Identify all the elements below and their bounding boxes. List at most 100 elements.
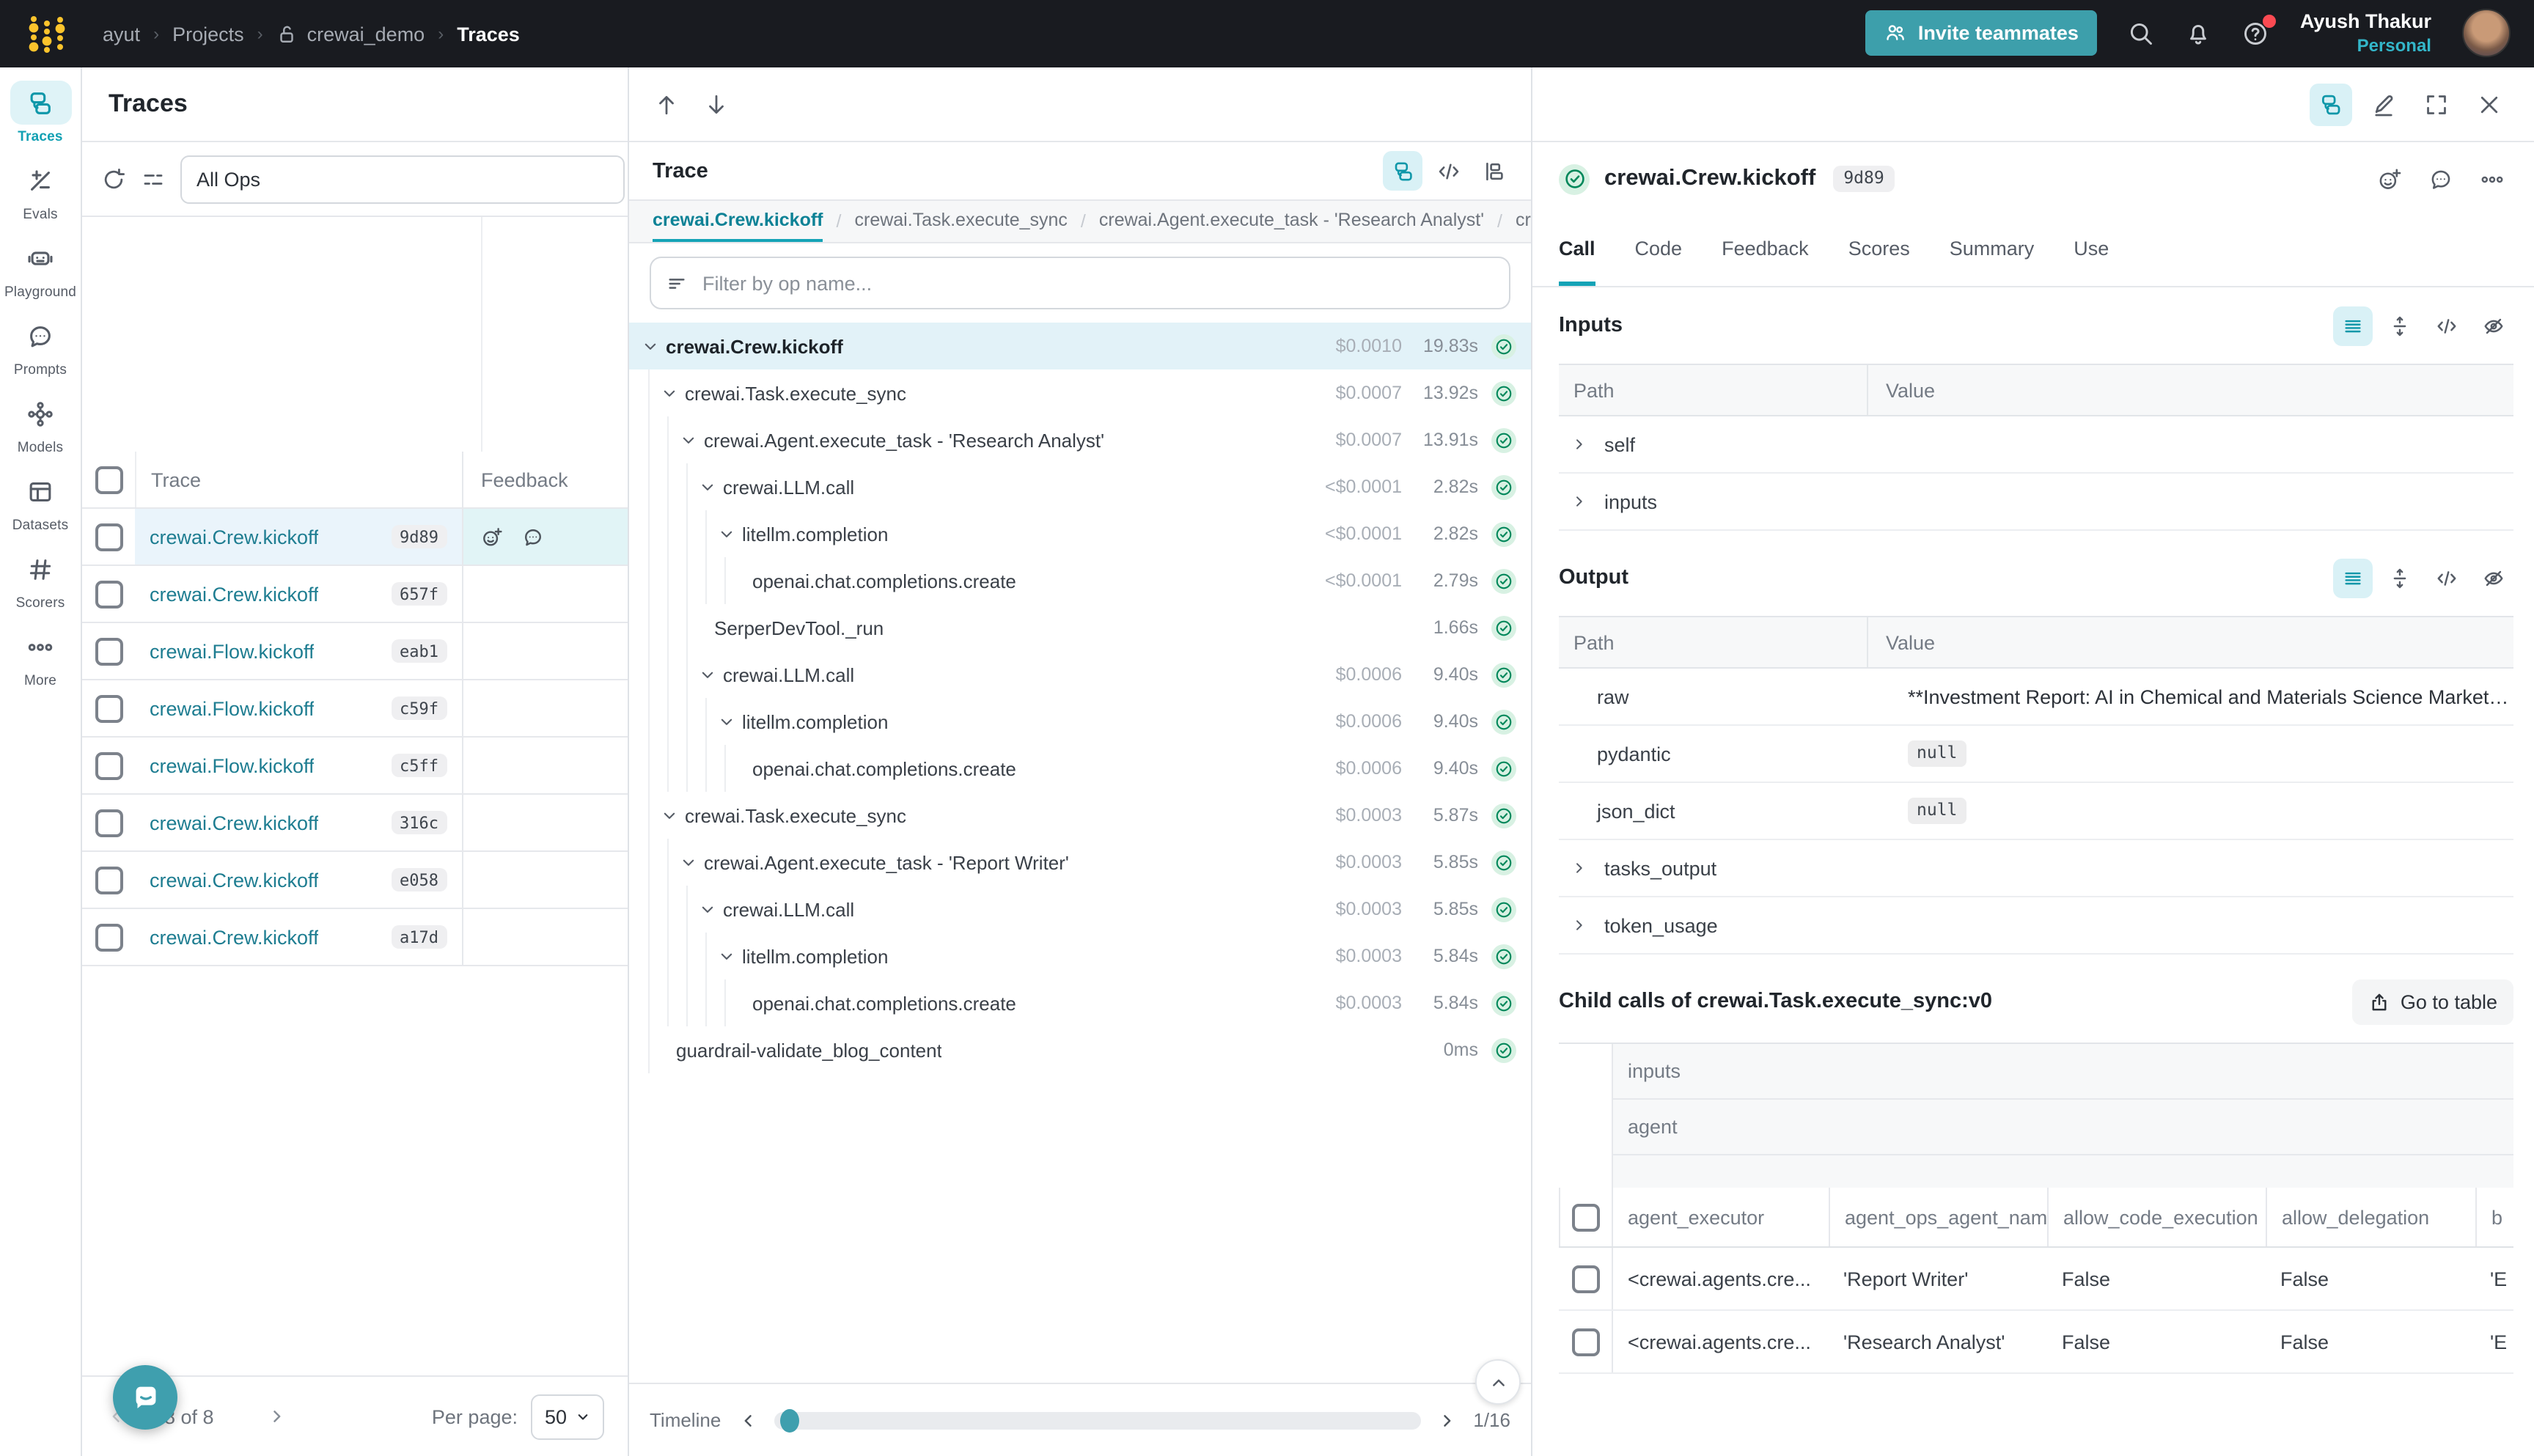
- collapse-toggle[interactable]: [679, 853, 702, 872]
- table-row[interactable]: crewai.Crew.kickoff316c: [82, 795, 628, 852]
- expand-row-button[interactable]: [1571, 493, 1594, 510]
- call-tree-node[interactable]: crewai.Agent.execute_task - 'Research An…: [629, 416, 1531, 463]
- edit-button[interactable]: [2362, 83, 2405, 125]
- call-tree-node[interactable]: crewai.Agent.execute_task - 'Report Writ…: [629, 839, 1531, 886]
- hide-values-button[interactable]: [2474, 558, 2513, 598]
- json-view-button[interactable]: [2427, 558, 2467, 598]
- ops-filter-select[interactable]: All Ops: [180, 155, 625, 203]
- code-view-button[interactable]: [1428, 151, 1468, 191]
- search-button[interactable]: [2129, 21, 2155, 47]
- kv-row[interactable]: tasks_output: [1559, 840, 2513, 897]
- tree-view-button[interactable]: [2310, 83, 2352, 125]
- kv-row[interactable]: token_usage: [1559, 897, 2513, 955]
- row-checkbox[interactable]: [95, 866, 122, 894]
- trace-crumb-tab[interactable]: crewai.Task.execute_sync: [855, 201, 1068, 242]
- call-tree-node[interactable]: litellm.completion<$0.00012.82s: [629, 510, 1531, 557]
- sidebar-item-playground[interactable]: Playground: [2, 236, 78, 301]
- notifications-button[interactable]: [2186, 21, 2212, 47]
- breadcrumb-project[interactable]: crewai_demo: [276, 23, 425, 45]
- trace-link[interactable]: crewai.Flow.kickoff: [150, 754, 315, 776]
- table-row[interactable]: crewai.Flow.kickoffc5ff: [82, 738, 628, 795]
- sidebar-item-traces[interactable]: Traces: [2, 81, 78, 145]
- invite-teammates-button[interactable]: Invite teammates: [1865, 11, 2098, 56]
- avatar[interactable]: [2462, 10, 2511, 58]
- tab-call[interactable]: Call: [1559, 216, 1595, 286]
- trace-crumb-tab[interactable]: crewai.LLM.cal: [1516, 201, 1531, 242]
- table-row[interactable]: crewai.Crew.kickoffa17d: [82, 909, 628, 966]
- collapse-toggle[interactable]: [698, 665, 721, 684]
- call-tree-node[interactable]: litellm.completion$0.00069.40s: [629, 698, 1531, 745]
- call-tree-node[interactable]: guardrail-validate_blog_content0ms: [629, 1026, 1531, 1073]
- add-reaction-button[interactable]: [481, 526, 503, 548]
- trace-link[interactable]: crewai.Crew.kickoff: [150, 926, 319, 948]
- trace-link[interactable]: crewai.Crew.kickoff: [150, 869, 319, 891]
- row-checkbox[interactable]: [95, 580, 122, 608]
- expand-row-button[interactable]: [1571, 859, 1594, 877]
- chat-widget-button[interactable]: [113, 1365, 177, 1430]
- breadcrumb-current-page[interactable]: Traces: [457, 23, 520, 45]
- select-all-checkbox[interactable]: [1572, 1203, 1600, 1231]
- timeline-slider-knob[interactable]: [779, 1408, 798, 1432]
- json-view-button[interactable]: [2427, 306, 2467, 345]
- child-call-row[interactable]: <crewai.agents.cre...'Research Analyst'F…: [1559, 1311, 2513, 1374]
- column-header[interactable]: allow_delegation: [2266, 1188, 2475, 1246]
- select-all-checkbox[interactable]: [95, 466, 122, 493]
- collapse-toggle[interactable]: [679, 430, 702, 449]
- sidebar-item-prompts[interactable]: Prompts: [2, 314, 78, 378]
- tab-code[interactable]: Code: [1635, 216, 1683, 286]
- collapse-toggle[interactable]: [717, 946, 741, 966]
- tab-summary[interactable]: Summary: [1950, 216, 2035, 286]
- row-checkbox[interactable]: [95, 694, 122, 722]
- table-row[interactable]: crewai.Crew.kickoff657f: [82, 566, 628, 623]
- table-row[interactable]: crewai.Flow.kickoffc59f: [82, 680, 628, 738]
- expand-rows-button[interactable]: [2380, 558, 2420, 598]
- collapse-toggle[interactable]: [717, 524, 741, 543]
- feedback-column-header[interactable]: Feedback: [462, 452, 628, 507]
- call-tree-node[interactable]: crewai.LLM.call$0.00035.85s: [629, 886, 1531, 933]
- fullscreen-button[interactable]: [2415, 83, 2458, 125]
- trace-column-header[interactable]: Trace: [135, 452, 462, 507]
- add-comment-button[interactable]: [2428, 166, 2453, 191]
- timeline-prev-button[interactable]: [737, 1410, 757, 1430]
- kv-row[interactable]: pydanticnull: [1559, 726, 2513, 783]
- column-settings-button[interactable]: [141, 166, 166, 191]
- row-checkbox[interactable]: [95, 637, 122, 665]
- expand-rows-button[interactable]: [2380, 306, 2420, 345]
- tab-feedback[interactable]: Feedback: [1722, 216, 1809, 286]
- collapse-toggle[interactable]: [698, 900, 721, 919]
- timeline-next-button[interactable]: [1436, 1410, 1457, 1430]
- call-tree-node[interactable]: crewai.Task.execute_sync$0.00035.87s: [629, 792, 1531, 839]
- kv-row[interactable]: json_dictnull: [1559, 783, 2513, 840]
- row-checkbox[interactable]: [95, 923, 122, 951]
- next-page-button[interactable]: [267, 1406, 287, 1427]
- more-options-button[interactable]: [2480, 166, 2505, 191]
- timeline-slider[interactable]: [774, 1411, 1420, 1429]
- list-view-button[interactable]: [2333, 558, 2373, 598]
- trace-crumb-tab[interactable]: crewai.Crew.kickoff: [653, 201, 823, 242]
- call-tree-node[interactable]: crewai.LLM.call$0.00069.40s: [629, 651, 1531, 698]
- sidebar-item-datasets[interactable]: Datasets: [2, 469, 78, 534]
- trace-crumb-tab[interactable]: crewai.Agent.execute_task - 'Research An…: [1099, 201, 1484, 242]
- row-checkbox[interactable]: [1571, 1265, 1599, 1293]
- close-button[interactable]: [2468, 83, 2511, 125]
- trace-link[interactable]: crewai.Crew.kickoff: [150, 526, 319, 548]
- row-checkbox[interactable]: [95, 809, 122, 837]
- row-checkbox[interactable]: [95, 751, 122, 779]
- tree-view-button[interactable]: [1383, 151, 1422, 191]
- table-row[interactable]: crewai.Crew.kickoffe058: [82, 852, 628, 909]
- flame-view-button[interactable]: [1474, 151, 1513, 191]
- column-header[interactable]: agent_ops_agent_nam: [1829, 1188, 2047, 1246]
- call-tree-node[interactable]: openai.chat.completions.create$0.00035.8…: [629, 979, 1531, 1026]
- column-header[interactable]: b: [2475, 1188, 2513, 1246]
- sidebar-item-models[interactable]: Models: [2, 391, 78, 456]
- prev-trace-button[interactable]: [654, 92, 679, 117]
- go-to-table-button[interactable]: Go to table: [2352, 979, 2513, 1024]
- collapse-toggle[interactable]: [660, 383, 683, 402]
- sidebar-item-evals[interactable]: Evals: [2, 158, 78, 223]
- call-tree-node[interactable]: litellm.completion$0.00035.84s: [629, 933, 1531, 979]
- add-reaction-button[interactable]: [2377, 166, 2402, 191]
- trace-link[interactable]: crewai.Crew.kickoff: [150, 812, 319, 834]
- call-tree-node[interactable]: openai.chat.completions.create$0.00069.4…: [629, 745, 1531, 792]
- trace-link[interactable]: crewai.Flow.kickoff: [150, 640, 315, 662]
- trace-link[interactable]: crewai.Flow.kickoff: [150, 697, 315, 719]
